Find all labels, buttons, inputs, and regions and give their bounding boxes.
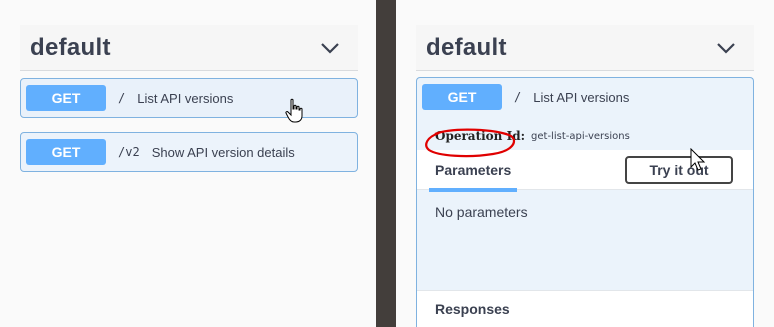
operation-path: /v2: [118, 145, 140, 159]
operation-description: List API versions: [533, 89, 630, 105]
red-annotation-circle: [425, 128, 516, 158]
responses-header: Responses: [417, 290, 753, 327]
operation-get-list-api-versions-expanded[interactable]: GET / List API versions Operation Id: ge…: [416, 77, 754, 327]
operation-summary[interactable]: GET / List API versions: [21, 79, 357, 117]
operation-description: List API versions: [137, 90, 234, 106]
parameters-body: No parameters: [417, 190, 753, 285]
chevron-down-icon[interactable]: [320, 41, 340, 55]
operation-details: Operation Id: get-list-api-versions Para…: [417, 122, 753, 327]
operation-summary[interactable]: GET /v2 Show API version details: [21, 133, 357, 171]
operation-path: /: [514, 90, 522, 104]
tag-title: default: [426, 33, 507, 61]
chevron-down-icon[interactable]: [716, 41, 736, 55]
operation-description: Show API version details: [151, 144, 295, 160]
method-badge: GET: [422, 84, 502, 110]
operation-get-list-api-versions[interactable]: GET / List API versions: [20, 78, 358, 118]
tag-header-default[interactable]: default: [416, 25, 754, 71]
try-it-out-button[interactable]: Try it out: [625, 155, 733, 184]
method-badge: GET: [26, 139, 106, 165]
operation-summary[interactable]: GET / List API versions: [417, 78, 753, 116]
tag-header-default[interactable]: default: [20, 25, 358, 71]
no-parameters-text: No parameters: [435, 204, 528, 220]
operation-id-value: get-list-api-versions: [531, 130, 630, 142]
right-panel: default GET / List API versions Operatio…: [396, 0, 774, 327]
operation-path: /: [118, 91, 126, 105]
responses-title: Responses: [435, 301, 510, 317]
method-badge: GET: [26, 85, 106, 111]
divider: [376, 0, 396, 327]
tag-title: default: [30, 33, 111, 61]
left-panel: default GET / List API versions GET /v2 …: [0, 0, 376, 327]
tab-parameters[interactable]: Parameters: [428, 162, 518, 192]
operation-get-show-api-version-details[interactable]: GET /v2 Show API version details: [20, 132, 358, 172]
